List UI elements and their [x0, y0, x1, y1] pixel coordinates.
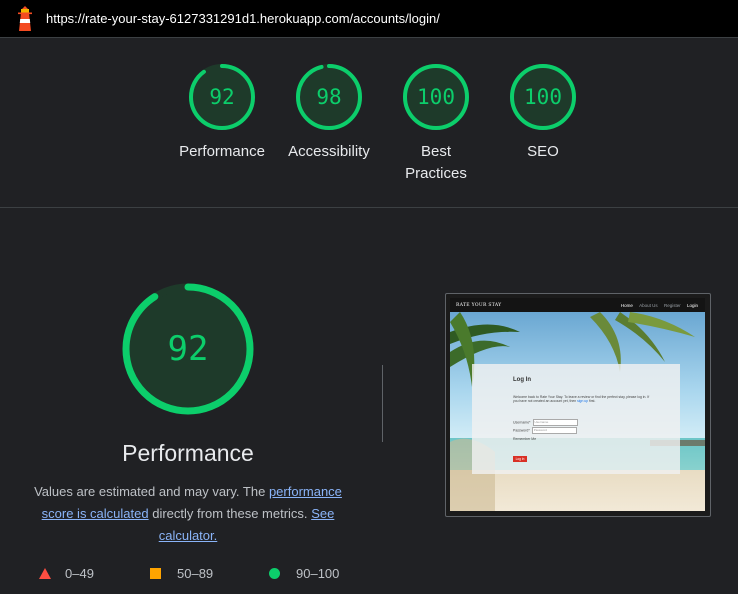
gauge-label: Best Practices	[405, 143, 467, 182]
gauge-score: 98	[316, 85, 342, 109]
screenshot-brand: RATE YOUR STAY	[456, 303, 502, 308]
nav-register: Register	[663, 303, 681, 308]
description-text: Values are estimated and may vary. The	[34, 484, 266, 499]
legend-label: 0–49	[65, 566, 94, 581]
score-summary: 92 Performance 98 Accessibility 100 Best…	[0, 38, 738, 208]
login-button: Log In	[513, 456, 527, 462]
nav-home: Home	[620, 303, 633, 308]
screenshot-navbar: RATE YOUR STAY Home About Us Register Lo…	[450, 298, 705, 312]
remember-label: Remember Me	[513, 437, 537, 441]
legend-label: 50–89	[177, 566, 214, 581]
performance-score: 92	[167, 329, 209, 369]
circle-icon	[269, 568, 280, 579]
gauge-label: SEO	[527, 143, 559, 160]
intro-end: first.	[589, 399, 596, 404]
performance-description: Values are estimated and may vary. The p…	[26, 481, 350, 547]
password-row: Password* Password	[513, 427, 577, 434]
password-field: Password	[531, 427, 577, 434]
username-field: Username	[532, 419, 578, 426]
username-row: Username* Username	[513, 419, 578, 426]
login-intro: Welcome back to Rate Your Stay. To leave…	[513, 395, 653, 404]
page-url[interactable]: https://rate-your-stay-6127331291d1.hero…	[46, 11, 440, 26]
gauge-accessibility[interactable]: 98 Accessibility	[274, 62, 384, 163]
remember-row: Remember Me	[513, 437, 536, 441]
gauge-best-practices[interactable]: 100 Best Practices	[381, 62, 491, 185]
nav-about: About Us	[639, 303, 658, 308]
gauge-label: Performance	[179, 143, 265, 160]
legend-fail: 0–49	[39, 566, 94, 581]
gauge-score: 92	[209, 85, 235, 109]
password-label: Password*	[513, 428, 530, 433]
gauge-seo[interactable]: 100 SEO	[488, 62, 598, 163]
final-screenshot[interactable]: RATE YOUR STAY Home About Us Register Lo…	[445, 293, 711, 517]
divider	[382, 365, 383, 442]
screenshot-page: RATE YOUR STAY Home About Us Register Lo…	[450, 298, 705, 511]
gauge-performance[interactable]: 92 Performance	[167, 62, 277, 163]
url-bar: https://rate-your-stay-6127331291d1.hero…	[0, 0, 738, 38]
screenshot-nav-links: Home About Us Register Login	[616, 303, 698, 308]
screenshot-login-card: Log In Welcome back to Rate Your Stay. T…	[472, 364, 680, 474]
gauge-score: 100	[417, 85, 455, 109]
description-text: directly from these metrics.	[152, 506, 308, 521]
signup-link: sign up	[577, 399, 589, 404]
triangle-icon	[39, 568, 51, 579]
gauge-label: Accessibility	[288, 143, 370, 160]
performance-title: Performance	[122, 440, 254, 466]
login-heading: Log In	[513, 377, 531, 383]
legend-pass: 90–100	[269, 566, 339, 581]
username-label: Username*	[513, 420, 531, 425]
nav-login: Login	[686, 303, 698, 308]
gauge-score: 100	[524, 85, 562, 109]
square-icon	[150, 568, 161, 579]
lighthouse-icon	[18, 6, 32, 31]
legend-average: 50–89	[150, 566, 213, 581]
legend-label: 90–100	[296, 566, 340, 581]
